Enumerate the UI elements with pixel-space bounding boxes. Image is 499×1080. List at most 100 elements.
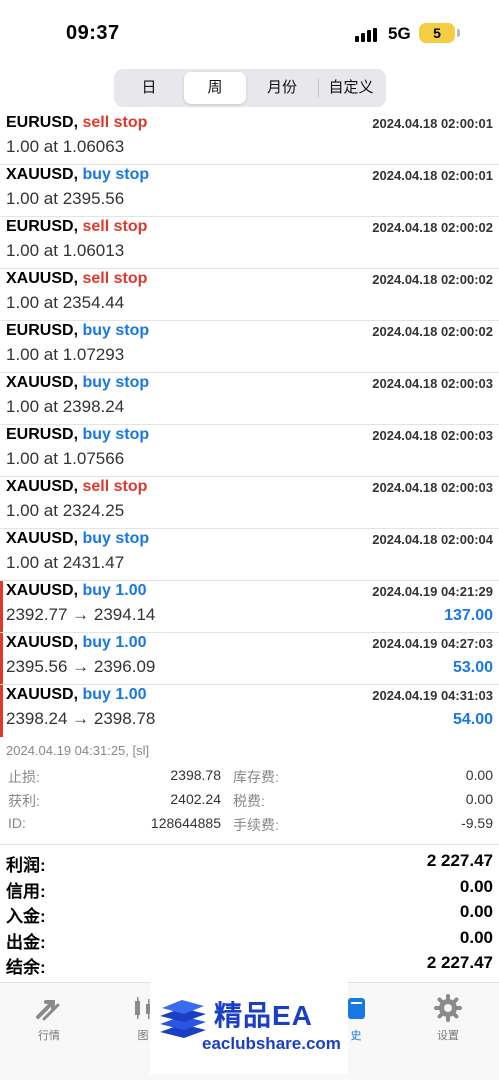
tax-value: 0.00 xyxy=(465,791,493,807)
order-volume-price: 1.00 at 2395.56 xyxy=(6,189,125,208)
order-symbol: XAUUSD, xyxy=(6,374,79,391)
deal-profit: 54.00 xyxy=(452,711,493,728)
order-action: sell stop xyxy=(82,270,148,287)
order-action: buy stop xyxy=(82,166,150,183)
deal-symbol: XAUUSD, xyxy=(6,686,79,703)
order-volume-price: 1.00 at 1.07293 xyxy=(6,345,125,364)
order-volume-price: 1.00 at 1.06063 xyxy=(6,137,125,156)
order-volume-price: 1.00 at 2354.44 xyxy=(6,293,125,312)
id-value: 128644885 xyxy=(150,815,221,831)
deal-row[interactable]: XAUUSD, buy 1.00 2024.04.19 04:27:03 239… xyxy=(0,633,499,685)
order-action: sell stop xyxy=(82,478,148,495)
deal-symbol: XAUUSD, xyxy=(6,634,79,651)
deal-row[interactable]: XAUUSD, buy 1.00 2024.04.19 04:21:29 239… xyxy=(0,581,499,633)
watermark-overlay: 精品EA eaclubshare.com xyxy=(150,980,348,1074)
deal-prices: 2392.77 → 2394.14 xyxy=(6,605,156,624)
order-row[interactable]: XAUUSD, sell stop 2024.04.18 02:00:02 1.… xyxy=(0,269,499,321)
deal-header: XAUUSD, buy 1.00 xyxy=(6,634,147,652)
order-header: EURUSD, buy stop xyxy=(6,426,149,444)
status-time: 09:37 xyxy=(66,22,120,44)
order-symbol: EURUSD, xyxy=(6,426,79,443)
tab-month[interactable]: 月份 xyxy=(250,72,314,104)
watermark-url: eaclubshare.com xyxy=(202,1034,341,1053)
stop-loss-label: 止损: xyxy=(8,769,40,785)
order-row[interactable]: EURUSD, sell stop 2024.04.18 02:00:02 1.… xyxy=(0,217,499,269)
commission-value: -9.59 xyxy=(461,815,493,831)
take-profit-value: 2402.24 xyxy=(170,791,221,807)
summary-value: 2 227.47 xyxy=(426,851,493,870)
deal-profit: 53.00 xyxy=(452,659,493,676)
id-label: ID: xyxy=(8,815,26,831)
summary-row-withdrawal: 出金: 0.00 xyxy=(0,926,499,952)
tab-custom[interactable]: 自定义 xyxy=(319,72,383,104)
order-header: XAUUSD, buy stop xyxy=(6,166,149,184)
order-symbol: EURUSD, xyxy=(6,218,79,235)
deal-profit: 137.00 xyxy=(444,607,493,624)
order-row[interactable]: XAUUSD, buy stop 2024.04.18 02:00:04 1.0… xyxy=(0,529,499,581)
watermark-title: 精品EA xyxy=(214,1000,313,1031)
order-volume-price: 1.00 at 2398.24 xyxy=(6,397,125,416)
tab-settings[interactable]: 设置 xyxy=(418,993,478,1043)
order-action: buy stop xyxy=(82,322,150,339)
summary-label: 结余: xyxy=(6,958,46,977)
summary-row-deposit: 入金: 0.00 xyxy=(0,900,499,926)
tab-week[interactable]: 周 xyxy=(184,72,246,104)
tab-day[interactable]: 日 xyxy=(118,72,180,104)
order-volume-price: 1.00 at 1.07566 xyxy=(6,449,125,468)
deal-prices: 2398.24 → 2398.78 xyxy=(6,709,156,728)
order-symbol: XAUUSD, xyxy=(6,478,79,495)
order-volume-price: 1.00 at 2324.25 xyxy=(6,501,125,520)
order-datetime: 2024.04.18 02:00:02 xyxy=(372,272,493,287)
order-row[interactable]: EURUSD, sell stop 2024.04.18 02:00:01 1.… xyxy=(0,113,499,165)
order-header: XAUUSD, buy stop xyxy=(6,374,149,392)
order-datetime: 2024.04.18 02:00:02 xyxy=(372,324,493,339)
tab-settings-label: 设置 xyxy=(437,1030,459,1042)
tab-quotes[interactable]: 行情 xyxy=(19,993,79,1043)
deal-datetime: 2024.04.19 04:31:03 xyxy=(372,688,493,703)
signal-icon xyxy=(355,28,381,42)
summary-label: 信用: xyxy=(6,881,46,901)
summary-value: 2 227.47 xyxy=(426,953,493,972)
swap-label: 库存费: xyxy=(233,769,279,785)
network-label: 5G xyxy=(388,24,411,43)
summary-label: 入金: xyxy=(6,907,46,926)
deal-datetime: 2024.04.19 04:21:29 xyxy=(372,584,493,599)
status-bar: 09:37 5G 5 xyxy=(0,0,499,66)
deal-symbol: XAUUSD, xyxy=(6,582,79,599)
order-header: EURUSD, buy stop xyxy=(6,322,149,340)
order-volume-price: 1.00 at 1.06013 xyxy=(6,241,125,260)
order-header: EURUSD, sell stop xyxy=(6,218,147,236)
order-datetime: 2024.04.18 02:00:02 xyxy=(372,220,493,235)
order-datetime: 2024.04.18 02:00:03 xyxy=(372,480,493,495)
order-row[interactable]: XAUUSD, buy stop 2024.04.18 02:00:03 1.0… xyxy=(0,373,499,425)
order-row[interactable]: XAUUSD, sell stop 2024.04.18 02:00:03 1.… xyxy=(0,477,499,529)
take-profit-label: 获利: xyxy=(8,793,40,809)
period-segmented-control: 日 周 月份 自定义 xyxy=(114,69,386,107)
order-datetime: 2024.04.18 02:00:03 xyxy=(372,428,493,443)
order-row[interactable]: XAUUSD, buy stop 2024.04.18 02:00:01 1.0… xyxy=(0,165,499,217)
order-symbol: EURUSD, xyxy=(6,322,79,339)
tab-quotes-label: 行情 xyxy=(38,1030,60,1042)
order-row[interactable]: EURUSD, buy stop 2024.04.18 02:00:03 1.0… xyxy=(0,425,499,477)
gear-icon xyxy=(434,994,462,1022)
order-datetime: 2024.04.18 02:00:03 xyxy=(372,376,493,391)
order-symbol: EURUSD, xyxy=(6,114,79,131)
summary-label: 出金: xyxy=(6,932,46,952)
battery-tip xyxy=(457,29,460,37)
order-volume-price: 1.00 at 2431.47 xyxy=(6,553,125,572)
order-action: buy stop xyxy=(82,426,150,443)
order-header: XAUUSD, sell stop xyxy=(6,270,147,288)
account-summary: 利润: 2 227.47 信用: 0.00 入金: 0.00 出金: 0.00 … xyxy=(0,849,499,977)
order-datetime: 2024.04.18 02:00:01 xyxy=(372,168,493,183)
order-action: sell stop xyxy=(82,218,148,235)
order-action: sell stop xyxy=(82,114,148,131)
deal-datetime: 2024.04.19 04:27:03 xyxy=(372,636,493,651)
order-datetime: 2024.04.18 02:00:04 xyxy=(372,532,493,547)
order-action: buy stop xyxy=(82,530,150,547)
deal-action: buy 1.00 xyxy=(82,634,147,651)
summary-row-profit: 利润: 2 227.47 xyxy=(0,849,499,875)
summary-value: 0.00 xyxy=(459,927,493,947)
order-symbol: XAUUSD, xyxy=(6,530,79,547)
order-row[interactable]: EURUSD, buy stop 2024.04.18 02:00:02 1.0… xyxy=(0,321,499,373)
deal-row-expanded[interactable]: XAUUSD, buy 1.00 2024.04.19 04:31:03 239… xyxy=(0,685,499,737)
